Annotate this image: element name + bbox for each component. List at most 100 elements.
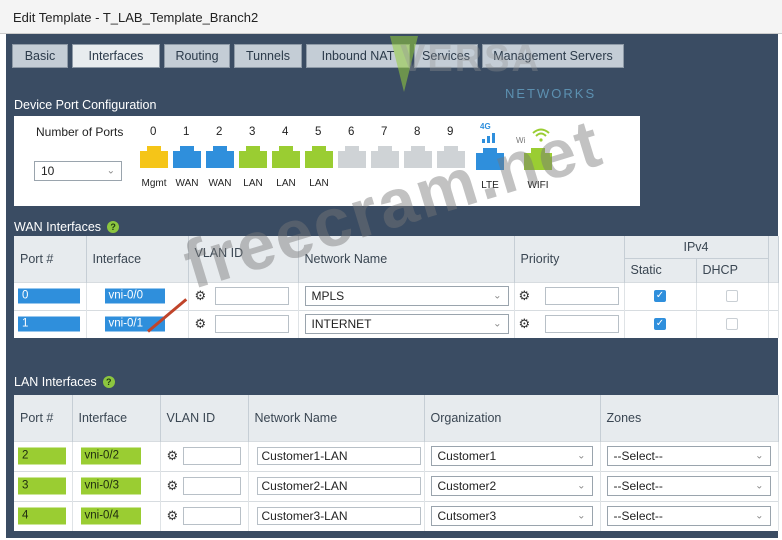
port-number-label: 3 bbox=[249, 126, 256, 138]
gear-icon[interactable]: ⚙ bbox=[167, 448, 179, 464]
interface-name[interactable]: vni-0/0 bbox=[104, 288, 165, 304]
vlan-id-input[interactable] bbox=[214, 315, 289, 334]
static-checkbox[interactable]: ✓ bbox=[654, 318, 666, 331]
gear-icon[interactable]: ⚙ bbox=[167, 478, 179, 494]
port-number-label: 8 bbox=[414, 126, 421, 138]
organization-select[interactable]: Cutsomer3 ⌄ bbox=[430, 506, 593, 527]
chevron-down-icon: ⌄ bbox=[755, 480, 764, 492]
ethernet-port-icon[interactable] bbox=[305, 146, 333, 168]
table-row: 4 vni-0/4 ⚙ Customer3-LAN Cutsomer3 ⌄ --S… bbox=[14, 500, 779, 531]
watermark-brand: VERSA bbox=[400, 38, 541, 80]
vlan-id-input[interactable] bbox=[182, 477, 241, 495]
port-role-label: Mgmt bbox=[141, 178, 167, 189]
port-number-label: 5 bbox=[315, 126, 322, 138]
vlan-id-input[interactable] bbox=[182, 507, 241, 526]
port-number[interactable]: 1 bbox=[18, 316, 80, 332]
port-number-label: 1 bbox=[183, 126, 190, 138]
static-checkbox[interactable]: ✓ bbox=[654, 290, 666, 302]
ethernet-port-icon[interactable] bbox=[338, 146, 366, 168]
chevron-down-icon: ⌄ bbox=[577, 480, 586, 492]
number-of-ports-select[interactable]: 10 ⌄ bbox=[34, 161, 122, 181]
zones-select[interactable]: --Select-- ⌄ bbox=[606, 506, 771, 527]
priority-input[interactable] bbox=[544, 287, 619, 305]
priority-input[interactable] bbox=[544, 315, 619, 334]
wan-header-dhcp: DHCP bbox=[696, 258, 769, 282]
lan-header-interface: Interface bbox=[72, 395, 161, 441]
ethernet-port-icon[interactable] bbox=[140, 146, 168, 168]
network-name-input[interactable]: Customer2-LAN bbox=[256, 477, 421, 495]
lan-header-network: Network Name bbox=[248, 395, 425, 441]
wan-header-interface: Interface bbox=[86, 236, 189, 282]
tab-routing[interactable]: Routing bbox=[164, 44, 230, 68]
wan-header-static: Static bbox=[624, 258, 697, 282]
chevron-down-icon: ⌄ bbox=[106, 165, 115, 177]
table-row: 2 vni-0/2 ⚙ Customer1-LAN Customer1 ⌄ --S… bbox=[14, 440, 779, 471]
organization-value: Customer1 bbox=[437, 449, 497, 463]
ethernet-port-icon[interactable] bbox=[239, 146, 267, 168]
organization-value: Cutsomer3 bbox=[437, 509, 497, 524]
tab-interfaces[interactable]: Interfaces bbox=[72, 44, 160, 68]
ethernet-port-icon[interactable] bbox=[272, 146, 300, 168]
help-icon[interactable]: ? bbox=[107, 221, 120, 233]
organization-select[interactable]: Customer1 ⌄ bbox=[430, 446, 593, 466]
ethernet-port-icon[interactable] bbox=[206, 146, 234, 168]
help-icon[interactable]: ? bbox=[102, 376, 115, 388]
network-name-input[interactable]: Customer1-LAN bbox=[256, 447, 421, 465]
table-row: 3 vni-0/3 ⚙ Customer2-LAN Customer2 ⌄ --S… bbox=[14, 470, 779, 501]
ethernet-port-icon[interactable] bbox=[173, 146, 201, 168]
wan-header-port: Port # bbox=[14, 236, 87, 282]
port-number-label: 7 bbox=[381, 126, 388, 138]
tab-tunnels[interactable]: Tunnels bbox=[234, 44, 302, 68]
lte-badge: 4G bbox=[480, 122, 491, 131]
port-number-label: 0 bbox=[150, 126, 157, 138]
gear-icon[interactable]: ⚙ bbox=[167, 508, 179, 524]
window-title: Edit Template - T_LAB_Template_Branch2 bbox=[13, 10, 259, 25]
zones-select[interactable]: --Select-- ⌄ bbox=[606, 476, 771, 496]
port-number-label: 4 bbox=[282, 126, 289, 138]
chevron-down-icon: ⌄ bbox=[755, 510, 764, 522]
port-number[interactable]: 4 bbox=[18, 507, 66, 525]
port-role-label: LAN bbox=[276, 178, 296, 189]
lan-header-zones: Zones bbox=[600, 395, 779, 441]
chevron-down-icon: ⌄ bbox=[755, 450, 764, 462]
wan-header-spacer bbox=[768, 236, 779, 282]
watermark-sub: NETWORKS bbox=[505, 86, 597, 101]
lan-interfaces-title: LAN Interfaces? bbox=[14, 375, 115, 389]
gear-icon[interactable]: ⚙ bbox=[519, 316, 531, 332]
chevron-down-icon: ⌄ bbox=[577, 450, 586, 462]
wan-header-ipv4: IPv4 bbox=[624, 236, 769, 259]
zones-select[interactable]: --Select-- ⌄ bbox=[606, 446, 771, 466]
number-of-ports-label: Number of Ports bbox=[36, 125, 124, 139]
tab-basic[interactable]: Basic bbox=[12, 44, 68, 68]
table-row: 0 vni-0/0 ⚙ MPLS ⌄ ⚙ ✓ bbox=[14, 281, 779, 310]
lan-header-vlan: VLAN ID bbox=[160, 395, 249, 441]
chevron-down-icon: ⌄ bbox=[493, 318, 502, 330]
gear-icon[interactable]: ⚙ bbox=[519, 288, 531, 304]
port-number[interactable]: 2 bbox=[18, 447, 66, 465]
network-name-value: INTERNET bbox=[311, 317, 372, 332]
port-number[interactable]: 3 bbox=[18, 477, 66, 495]
wan-interfaces-title: WAN Interfaces? bbox=[14, 220, 120, 234]
number-of-ports-value: 10 bbox=[41, 164, 55, 178]
port-number-label: 9 bbox=[447, 126, 454, 138]
network-name-select[interactable]: MPLS ⌄ bbox=[304, 286, 509, 306]
lan-table: Port # Interface VLAN ID Network Name Or… bbox=[14, 395, 779, 531]
network-name-select[interactable]: INTERNET ⌄ bbox=[304, 314, 509, 335]
zones-value: --Select-- bbox=[613, 449, 663, 463]
wan-title-text: WAN Interfaces bbox=[14, 220, 102, 234]
port-role-label: LAN bbox=[243, 178, 263, 189]
dhcp-checkbox[interactable] bbox=[726, 290, 738, 302]
vlan-id-input[interactable] bbox=[182, 447, 241, 465]
lan-header-port: Port # bbox=[14, 395, 73, 441]
interface-name[interactable]: vni-0/3 bbox=[80, 477, 141, 495]
network-name-input[interactable]: Customer3-LAN bbox=[256, 507, 421, 526]
wan-header-priority: Priority bbox=[514, 236, 625, 282]
chevron-down-icon: ⌄ bbox=[577, 510, 586, 522]
gear-icon[interactable]: ⚙ bbox=[195, 316, 207, 332]
interface-name[interactable]: vni-0/2 bbox=[80, 447, 141, 465]
port-number-label: 6 bbox=[348, 126, 355, 138]
organization-select[interactable]: Customer2 ⌄ bbox=[430, 476, 593, 496]
dhcp-checkbox[interactable] bbox=[726, 318, 738, 331]
interface-name[interactable]: vni-0/4 bbox=[80, 507, 141, 525]
port-number[interactable]: 0 bbox=[18, 288, 80, 304]
